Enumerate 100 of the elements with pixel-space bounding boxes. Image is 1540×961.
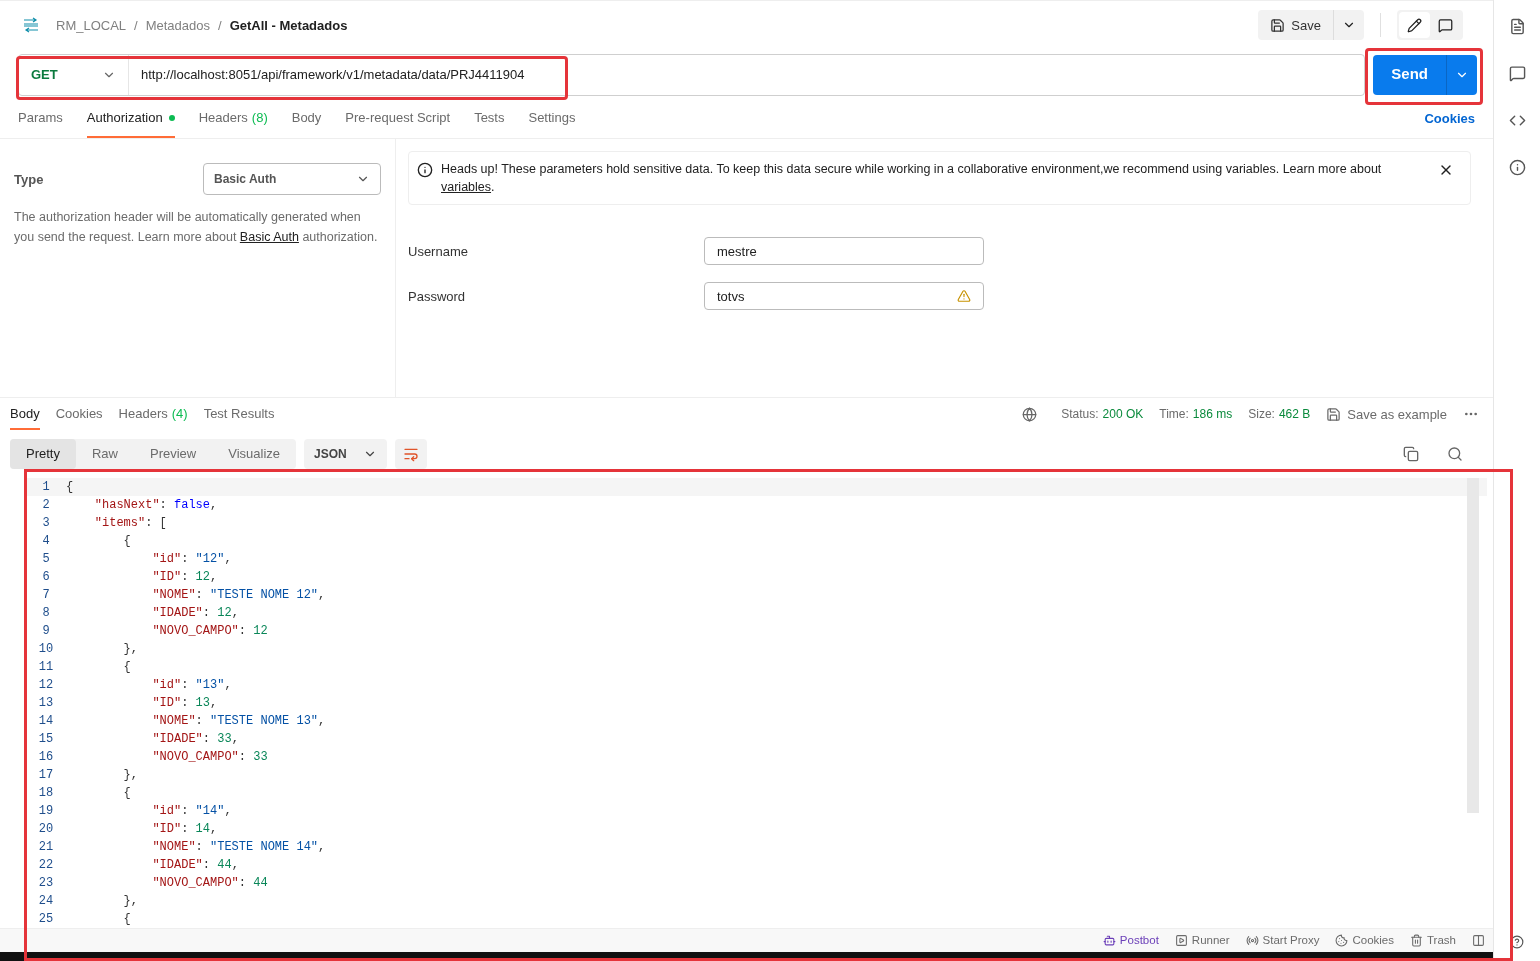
line-number: 1 [41, 479, 51, 497]
tab[interactable]: Body [291, 99, 322, 139]
globe-icon [1022, 406, 1038, 422]
cookie-icon [1335, 934, 1349, 948]
warning-icon [957, 289, 971, 304]
line-number: 12 [37, 677, 55, 695]
footer-button[interactable]: Postbot [1102, 931, 1159, 950]
view-mode-tab[interactable]: Raw [75, 439, 134, 470]
view-mode-tab[interactable]: Preview [134, 439, 213, 470]
line-number: 5 [41, 551, 51, 569]
meta-label: Status: [1061, 406, 1099, 424]
view-mode-tab[interactable]: Visualize [212, 439, 297, 470]
code-line: "NOVO_CAMPO": 12 [151, 623, 268, 641]
edit-button[interactable] [1399, 12, 1430, 39]
help-icon[interactable] [1510, 935, 1524, 949]
view-mode-tab[interactable]: Pretty [10, 439, 76, 470]
code-line: "IDADE": 44, [151, 857, 239, 875]
code-line: "id": "13", [151, 677, 232, 695]
code-line: "NOVO_CAMPO": 33 [151, 749, 268, 767]
line-number: 11 [37, 659, 55, 677]
tab[interactable]: Cookies [55, 398, 103, 431]
line-number: 21 [37, 839, 55, 857]
code-line: "items": [ [93, 515, 167, 533]
tab[interactable]: Body [10, 398, 40, 431]
basic-auth-link[interactable]: Basic Auth [239, 230, 299, 245]
line-number: 13 [37, 695, 55, 713]
footer-button[interactable]: Runner [1174, 931, 1230, 950]
comment-icon[interactable] [1508, 65, 1526, 82]
field-label: Password [408, 287, 467, 306]
tab[interactable]: Settings [528, 99, 576, 139]
code-line: "ID": 14, [151, 821, 218, 839]
code-line: "IDADE": 33, [151, 731, 239, 749]
notice-text: Heads up! These parameters hold sensitive data. To keep this data secure while working in a collaborative environment,we recommend using variables. Learn more about variables. [441, 161, 1383, 197]
text-field[interactable]: totvs [704, 282, 984, 311]
format-select[interactable]: JSON [304, 439, 387, 470]
search-icon[interactable] [1447, 446, 1463, 463]
line-number: 23 [37, 875, 55, 893]
code-line: "NOME": "TESTE NOME 14", [151, 839, 326, 857]
info-icon [417, 162, 433, 179]
code-line: { [122, 659, 131, 677]
request-title: GetAll - Metadados [229, 16, 348, 35]
line-number: 17 [37, 767, 55, 785]
breadcrumb-separator: / [134, 16, 138, 35]
code-line: "hasNext": false, [93, 497, 218, 515]
line-number: 6 [41, 569, 51, 587]
breadcrumb-link[interactable]: Metadados [145, 15, 211, 36]
code-line: { [122, 785, 131, 803]
tab[interactable]: Headers (4) [118, 398, 188, 431]
footer-button[interactable]: Cookies [1335, 931, 1394, 950]
field-value: mestre [717, 242, 758, 261]
meta-label: Size: [1248, 406, 1275, 424]
save-icon [1326, 406, 1342, 422]
two-pane-icon[interactable] [1472, 934, 1485, 948]
line-number: 9 [41, 623, 51, 641]
line-number: 14 [37, 713, 55, 731]
footer-button[interactable]: Trash [1410, 931, 1456, 950]
meta-label: Time: [1159, 406, 1189, 424]
code-line: { [122, 911, 131, 929]
line-number: 4 [41, 533, 51, 551]
save-as-example-button[interactable]: Save as example [1326, 404, 1447, 425]
code-line: "NOVO_CAMPO": 44 [151, 875, 268, 893]
tab[interactable]: Authorization [86, 99, 175, 139]
breadcrumb-separator: / [218, 16, 222, 35]
trash-icon [1410, 934, 1423, 948]
antenna-icon [1245, 934, 1259, 948]
tab[interactable]: Tests [474, 99, 505, 139]
line-number: 7 [41, 587, 51, 605]
save-icon [1270, 17, 1286, 33]
line-number: 15 [37, 731, 55, 749]
code-line: }, [122, 641, 138, 659]
code-line: "id": "12", [151, 551, 232, 569]
meta-value: 186 ms [1192, 406, 1233, 424]
code-line: "ID": 12, [151, 569, 218, 587]
text-field[interactable]: mestre [704, 237, 984, 266]
info-icon[interactable] [1508, 159, 1526, 176]
footer-button[interactable]: Start Proxy [1245, 931, 1320, 950]
auth-description: The authorization header will be automatically generated when you send the request. Learn more about Basic Auth authorization. [14, 209, 379, 247]
code-line: { [122, 533, 131, 551]
line-number: 18 [37, 785, 55, 803]
tab[interactable]: Headers (8) [198, 99, 268, 139]
code-line: { [66, 479, 74, 497]
tab[interactable]: Pre-request Script [345, 99, 451, 139]
pencil-icon [1407, 17, 1422, 33]
field-label: Username [408, 242, 469, 261]
code-line: "IDADE": 12, [151, 605, 239, 623]
cookies-link[interactable]: Cookies [1424, 109, 1475, 129]
line-number: 22 [37, 857, 55, 875]
document-icon[interactable] [1508, 18, 1526, 35]
copy-icon[interactable] [1403, 446, 1419, 463]
code-line: "ID": 13, [151, 695, 218, 713]
tab[interactable]: Test Results [203, 398, 275, 431]
auth-type-select[interactable]: Basic Auth [203, 163, 381, 196]
code-line: "NOME": "TESTE NOME 13", [151, 713, 326, 731]
line-number: 10 [37, 641, 55, 659]
breadcrumb-link[interactable]: RM_LOCAL [56, 15, 127, 36]
comment-icon [1438, 17, 1453, 33]
tab[interactable]: Params [18, 99, 63, 139]
wrap-button[interactable] [394, 439, 427, 470]
line-number: 19 [37, 803, 55, 821]
robot-icon [1102, 934, 1116, 948]
